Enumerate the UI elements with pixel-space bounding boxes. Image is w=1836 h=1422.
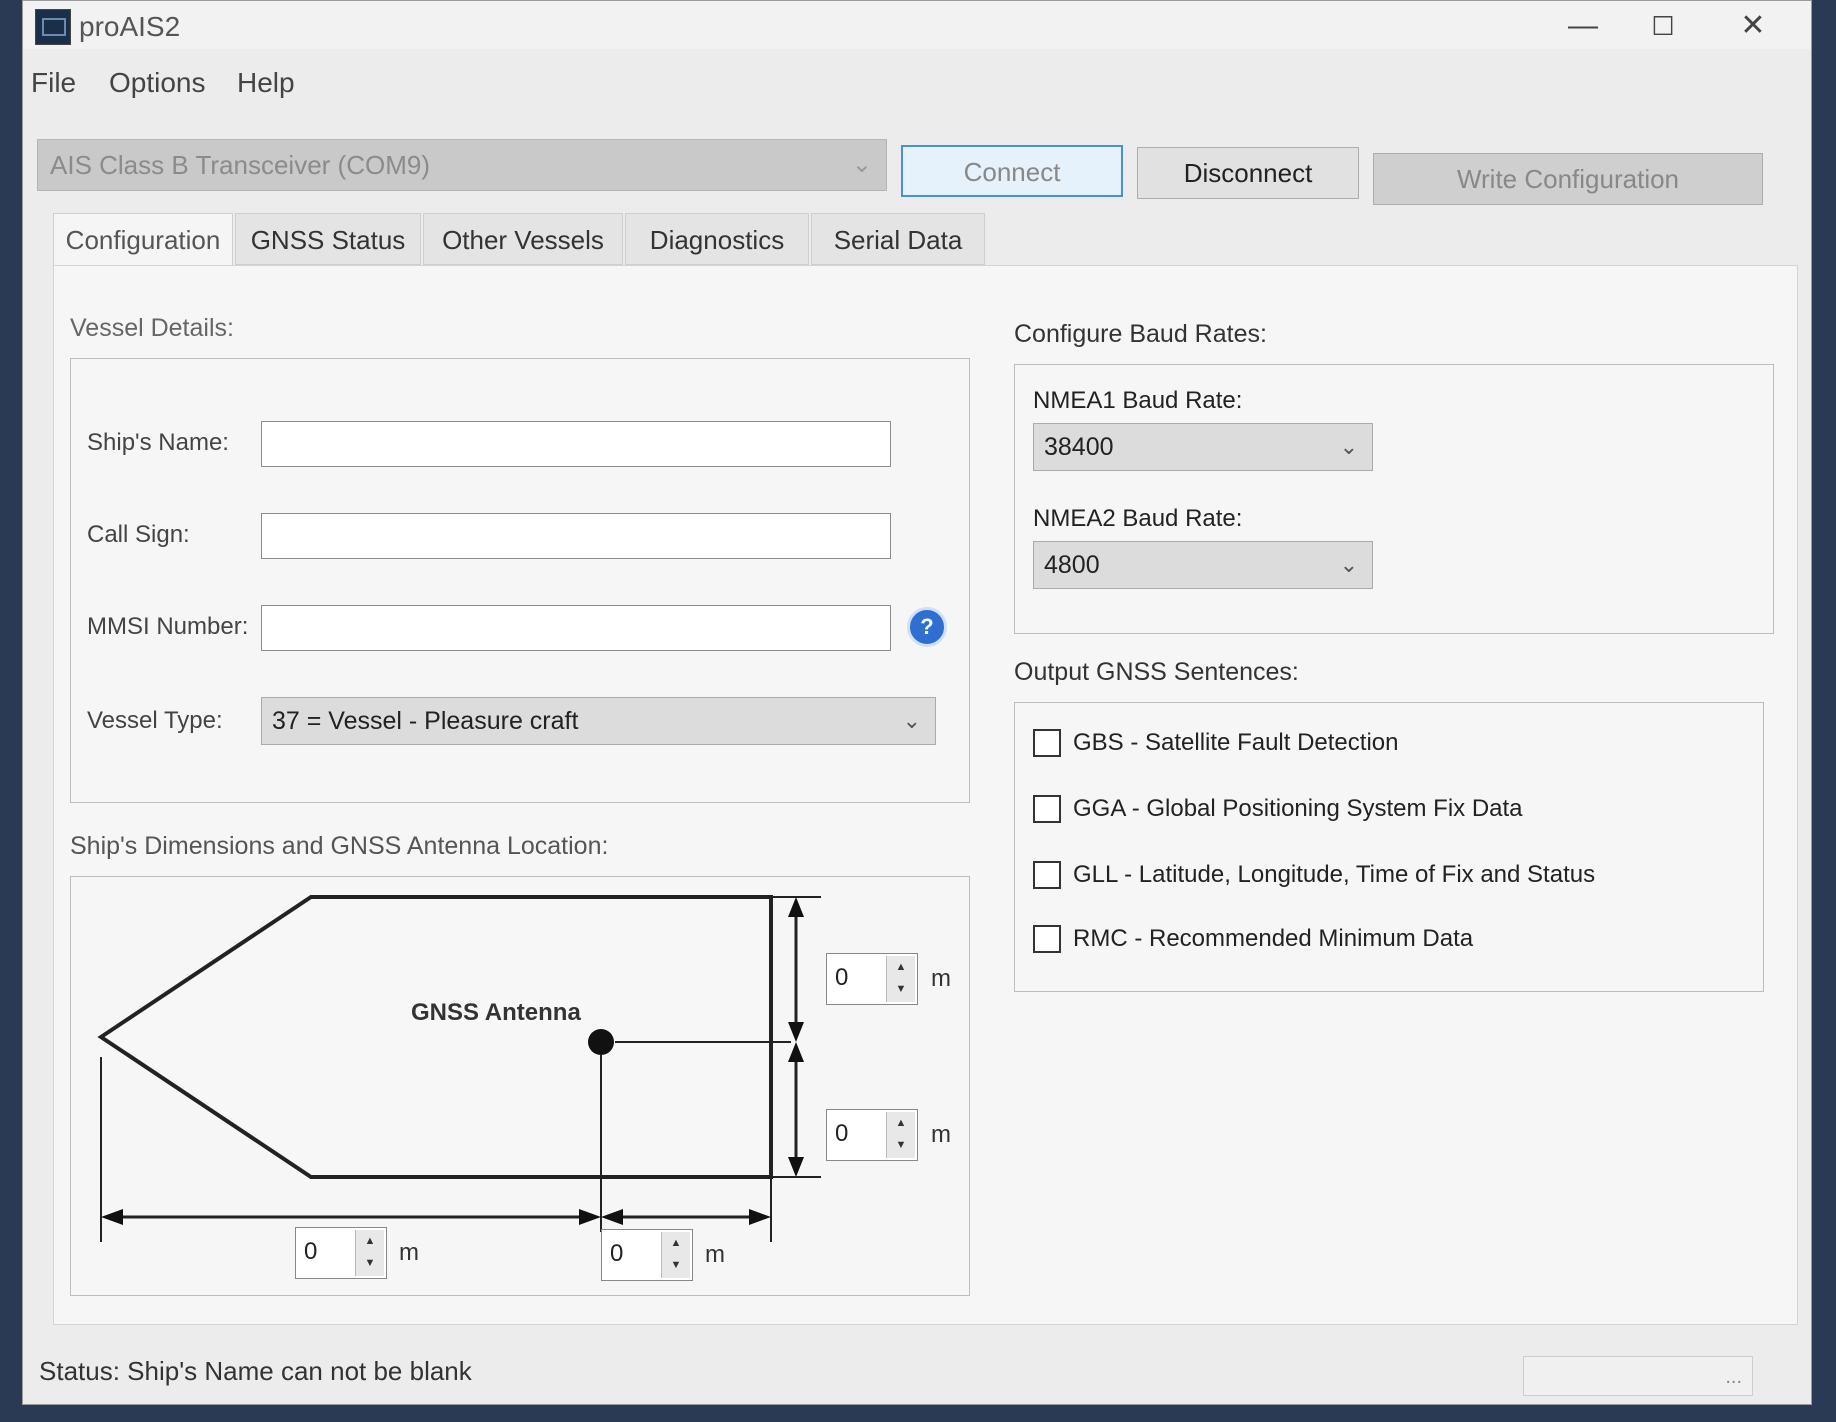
menu-file[interactable]: File: [31, 67, 76, 99]
gbs-label: GBS - Satellite Fault Detection: [1073, 729, 1399, 756]
window-title: proAIS2: [79, 11, 181, 42]
configuration-panel: Vessel Details: Ship's Name: Call Sign: …: [53, 265, 1798, 1325]
antenna-marker: [588, 1029, 614, 1055]
dimensions-group: GNSS Antenna 0 ▲ ▼ m 0 ▲ ▼ m 0 ▲ ▼ m 0 ▲ ▼ m: [70, 876, 970, 1296]
top-distance-unit: m: [931, 965, 951, 992]
ship-diagram: [97, 895, 821, 1242]
left-distance-spinner[interactable]: 0 ▲ ▼: [295, 1227, 387, 1279]
call-sign-field[interactable]: [261, 513, 891, 559]
bottom-distance-value: 0: [835, 1120, 849, 1147]
menu-options[interactable]: Options: [109, 67, 206, 99]
rmc-checkbox[interactable]: [1033, 925, 1061, 953]
disconnect-button[interactable]: Disconnect: [1137, 147, 1359, 199]
rmc-label: RMC - Recommended Minimum Data: [1073, 925, 1474, 952]
nmea2-label: NMEA2 Baud Rate:: [1033, 505, 1243, 532]
help-icon[interactable]: ?: [907, 607, 947, 647]
gll-checkbox[interactable]: [1033, 861, 1061, 889]
nmea1-baud-select[interactable]: 38400 ⌄: [1033, 423, 1373, 471]
write-configuration-button[interactable]: Write Configuration: [1373, 153, 1763, 205]
app-window: proAIS2 — ☐ ✕ File Options Help AIS Clas…: [22, 0, 1812, 1405]
spinner-arrows-icon[interactable]: ▲ ▼: [355, 1230, 384, 1276]
ship-outline: [97, 895, 773, 1179]
spinner-arrows-icon[interactable]: ▲ ▼: [886, 1112, 915, 1158]
connect-button[interactable]: Connect: [901, 145, 1123, 197]
device-select-value: AIS Class B Transceiver (COM9): [50, 150, 430, 180]
right-distance-unit: m: [705, 1241, 725, 1268]
chevron-down-icon: ⌄: [1339, 552, 1358, 577]
right-distance-value: 0: [610, 1240, 624, 1267]
gnss-antenna-label: GNSS Antenna: [411, 999, 581, 1026]
chevron-down-icon: ⌄: [851, 151, 872, 178]
nmea1-label: NMEA1 Baud Rate:: [1033, 387, 1243, 414]
nmea2-baud-value: 4800: [1044, 551, 1100, 579]
gnss-sentences-heading: Output GNSS Sentences:: [1014, 658, 1299, 686]
menu-bar: File Options Help: [23, 61, 1811, 105]
mmsi-label: MMSI Number:: [87, 613, 249, 640]
device-select[interactable]: AIS Class B Transceiver (COM9) ⌄: [37, 139, 887, 191]
left-distance-value: 0: [304, 1238, 318, 1265]
dimensions-heading: Ship's Dimensions and GNSS Antenna Locat…: [70, 832, 609, 860]
chevron-down-icon: ⌄: [902, 708, 921, 733]
bottom-distance-spinner[interactable]: 0 ▲ ▼: [826, 1109, 918, 1161]
tab-bar: Configuration GNSS Status Other Vessels …: [53, 213, 1813, 265]
status-bar-panel: ...: [1523, 1356, 1753, 1396]
top-distance-value: 0: [835, 964, 849, 991]
vessel-details-heading: Vessel Details:: [70, 314, 234, 342]
menu-help[interactable]: Help: [237, 67, 295, 99]
chevron-down-icon: ⌄: [1339, 434, 1358, 459]
gga-label: GGA - Global Positioning System Fix Data: [1073, 795, 1523, 822]
call-sign-label: Call Sign:: [87, 521, 190, 548]
gnss-sentences-group: GBS - Satellite Fault Detection GGA - Gl…: [1014, 702, 1764, 992]
gbs-checkbox[interactable]: [1033, 729, 1061, 757]
spinner-arrows-icon[interactable]: ▲ ▼: [886, 956, 915, 1002]
nmea1-baud-value: 38400: [1044, 433, 1114, 461]
baud-rates-heading: Configure Baud Rates:: [1014, 320, 1267, 348]
nmea2-baud-select[interactable]: 4800 ⌄: [1033, 541, 1373, 589]
spinner-arrows-icon[interactable]: ▲ ▼: [661, 1232, 690, 1278]
tab-other-vessels[interactable]: Other Vessels: [423, 213, 623, 265]
vessel-type-value: 37 = Vessel - Pleasure craft: [272, 707, 579, 735]
tab-gnss-status[interactable]: GNSS Status: [235, 213, 421, 265]
status-bar-text: Status: Ship's Name can not be blank: [39, 1356, 472, 1386]
tab-diagnostics[interactable]: Diagnostics: [625, 213, 809, 265]
right-distance-spinner[interactable]: 0 ▲ ▼: [601, 1229, 693, 1281]
ship-name-label: Ship's Name:: [87, 429, 229, 456]
baud-rates-group: NMEA1 Baud Rate: 38400 ⌄ NMEA2 Baud Rate…: [1014, 364, 1774, 634]
close-button[interactable]: ✕: [1723, 7, 1783, 45]
mmsi-field[interactable]: [261, 605, 891, 651]
top-distance-spinner[interactable]: 0 ▲ ▼: [826, 953, 918, 1005]
title-bar: proAIS2 — ☐ ✕: [23, 1, 1811, 49]
gll-label: GLL - Latitude, Longitude, Time of Fix a…: [1073, 861, 1596, 888]
maximize-button[interactable]: ☐: [1633, 7, 1693, 45]
tab-configuration[interactable]: Configuration: [53, 213, 233, 265]
tab-serial-data[interactable]: Serial Data: [811, 213, 985, 265]
vessel-type-label: Vessel Type:: [87, 707, 223, 734]
app-icon: [35, 9, 71, 45]
bottom-distance-unit: m: [931, 1121, 951, 1148]
ship-name-field[interactable]: [261, 421, 891, 467]
gga-checkbox[interactable]: [1033, 795, 1061, 823]
minimize-button[interactable]: —: [1553, 7, 1613, 45]
vessel-type-select[interactable]: 37 = Vessel - Pleasure craft ⌄: [261, 697, 936, 745]
left-distance-unit: m: [399, 1239, 419, 1266]
vessel-details-group: Ship's Name: Call Sign: MMSI Number: ? V…: [70, 358, 970, 803]
